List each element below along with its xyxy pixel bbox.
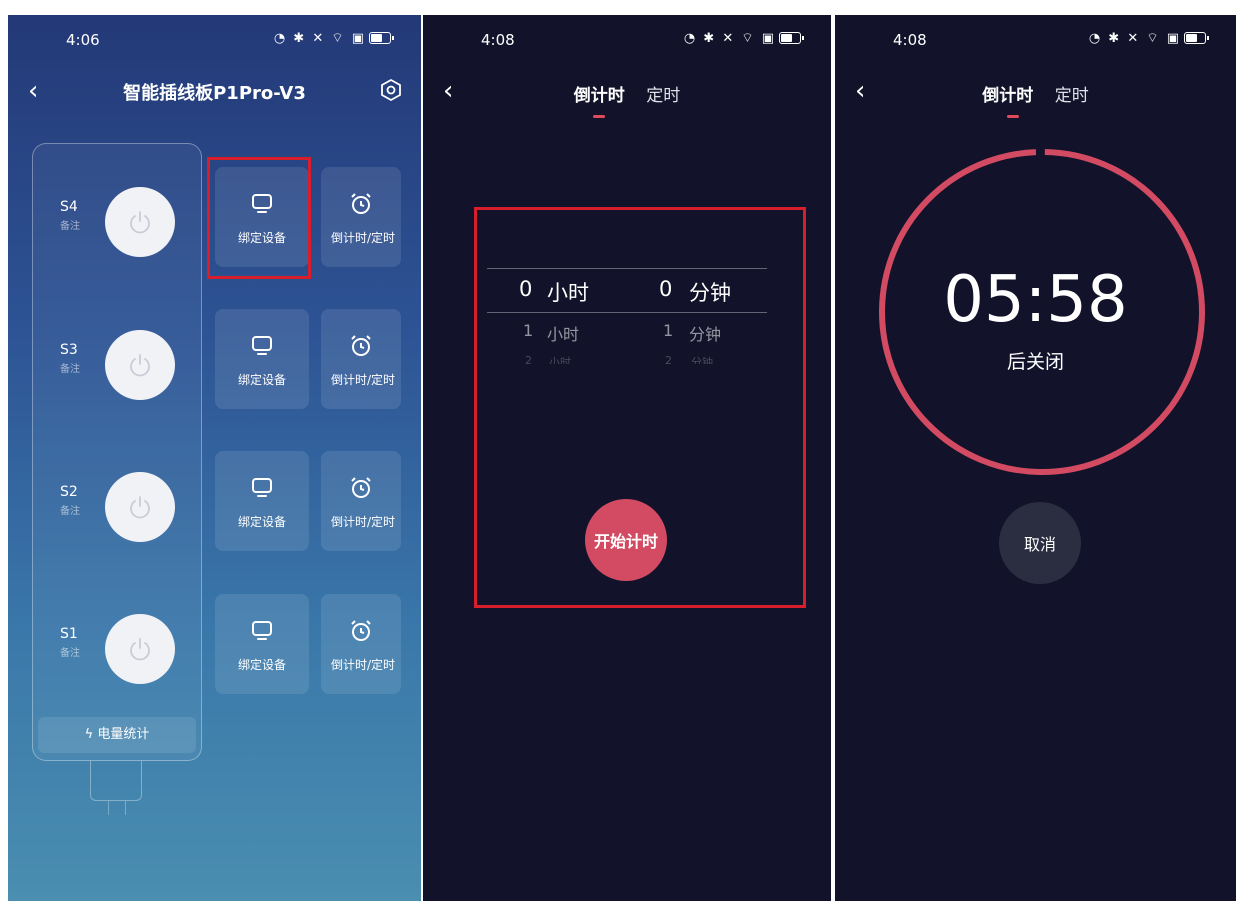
timer-button[interactable]: 倒计时/定时 xyxy=(321,309,401,409)
socket-s3: S3 备注 xyxy=(32,300,202,420)
socket-note: 备注 xyxy=(60,648,80,659)
timer-button[interactable]: 倒计时/定时 xyxy=(321,451,401,551)
bind-device-button[interactable]: 绑定设备 xyxy=(215,451,309,551)
highlight-box xyxy=(207,157,311,279)
socket-label: S2 xyxy=(60,484,78,500)
power-icon xyxy=(130,354,150,377)
status-bar: 4:08 ◔ ✱ ✕ ⌔ ▣ xyxy=(423,15,831,61)
bind-device-label: 绑定设备 xyxy=(237,658,286,672)
timer-label: 倒计时/定时 xyxy=(331,515,396,529)
socket-label: S4 xyxy=(60,199,78,215)
power-icon xyxy=(130,496,150,519)
power-cord xyxy=(90,761,142,801)
tab-countdown[interactable]: 倒计时 xyxy=(574,86,625,106)
socket-label: S1 xyxy=(60,626,78,642)
timer-button[interactable]: 倒计时/定时 xyxy=(321,167,401,267)
timer-label: 倒计时/定时 xyxy=(331,231,396,245)
status-time: 4:08 xyxy=(481,31,515,49)
battery-icon xyxy=(1184,32,1209,44)
status-bar: 4:06 ◔ ✱ ✕ ⌔ ▣ xyxy=(8,15,421,61)
bind-device-label: 绑定设备 xyxy=(237,515,286,529)
battery-icon xyxy=(779,32,804,44)
tab-schedule[interactable]: 定时 xyxy=(1055,86,1089,106)
tab-countdown[interactable]: 倒计时 xyxy=(982,86,1033,106)
power-icon xyxy=(130,211,150,234)
socket-label: S3 xyxy=(60,342,78,358)
countdown-running-screen: 4:08 ◔ ✱ ✕ ⌔ ▣ ‹ 倒计时 定时 05:58 后关闭 取消 xyxy=(835,15,1236,901)
socket-s2: S2 备注 xyxy=(32,442,202,562)
tab-schedule[interactable]: 定时 xyxy=(646,86,680,106)
battery-icon xyxy=(369,32,394,44)
socket-note: 备注 xyxy=(60,506,80,517)
status-icons: ◔ ✱ ✕ ⌔ ▣ xyxy=(684,30,804,46)
monitor-icon xyxy=(215,475,309,501)
status-time: 4:08 xyxy=(893,31,927,49)
power-button[interactable] xyxy=(105,187,175,257)
remaining-time: 05:58 xyxy=(943,263,1128,337)
page-title: 智能插线板P1Pro-V3 xyxy=(123,83,306,104)
lightning-icon: ϟ xyxy=(84,727,94,742)
tab-bar: 倒计时 定时 xyxy=(423,81,831,106)
power-button[interactable] xyxy=(105,330,175,400)
socket-note: 备注 xyxy=(60,364,80,375)
timer-label: 倒计时/定时 xyxy=(331,373,396,387)
cancel-button[interactable]: 取消 xyxy=(999,502,1081,584)
monitor-icon xyxy=(215,618,309,644)
energy-stats-button[interactable]: ϟ 电量统计 xyxy=(38,717,196,753)
alarm-clock-icon xyxy=(321,475,401,501)
power-strip-screen: 4:06 ◔ ✱ ✕ ⌔ ▣ ‹ 智能插线板P1Pro-V3 S4 备注 S3 … xyxy=(8,15,421,901)
settings-icon[interactable] xyxy=(379,78,403,106)
status-icons: ◔ ✱ ✕ ⌔ ▣ xyxy=(274,30,394,46)
timer-label: 倒计时/定时 xyxy=(331,658,396,672)
alarm-clock-icon xyxy=(321,191,401,217)
power-icon xyxy=(130,638,150,661)
status-time: 4:06 xyxy=(66,31,100,49)
status-icons: ◔ ✱ ✕ ⌔ ▣ xyxy=(1089,30,1209,46)
tab-bar: 倒计时 定时 xyxy=(835,81,1236,106)
highlight-box xyxy=(474,207,806,608)
bind-device-button[interactable]: 绑定设备 xyxy=(215,309,309,409)
bind-device-button[interactable]: 绑定设备 xyxy=(215,594,309,694)
monitor-icon xyxy=(215,333,309,359)
socket-note: 备注 xyxy=(60,221,80,232)
energy-stats-label: 电量统计 xyxy=(97,727,150,742)
countdown-setup-screen: 4:08 ◔ ✱ ✕ ⌔ ▣ ‹ 倒计时 定时 0 小时 0 分钟 1 小时 1… xyxy=(423,15,831,901)
status-bar: 4:08 ◔ ✱ ✕ ⌔ ▣ xyxy=(835,15,1236,61)
alarm-clock-icon xyxy=(321,333,401,359)
timer-button[interactable]: 倒计时/定时 xyxy=(321,594,401,694)
alarm-clock-icon xyxy=(321,618,401,644)
socket-s4: S4 备注 xyxy=(32,157,202,277)
bind-device-label: 绑定设备 xyxy=(237,373,286,387)
socket-s1: S1 备注 xyxy=(32,584,202,704)
after-off-label: 后关闭 xyxy=(1006,351,1064,373)
power-plug xyxy=(108,801,126,815)
tab-indicator xyxy=(1007,115,1019,118)
tab-indicator xyxy=(593,115,605,118)
power-button[interactable] xyxy=(105,472,175,542)
power-button[interactable] xyxy=(105,614,175,684)
